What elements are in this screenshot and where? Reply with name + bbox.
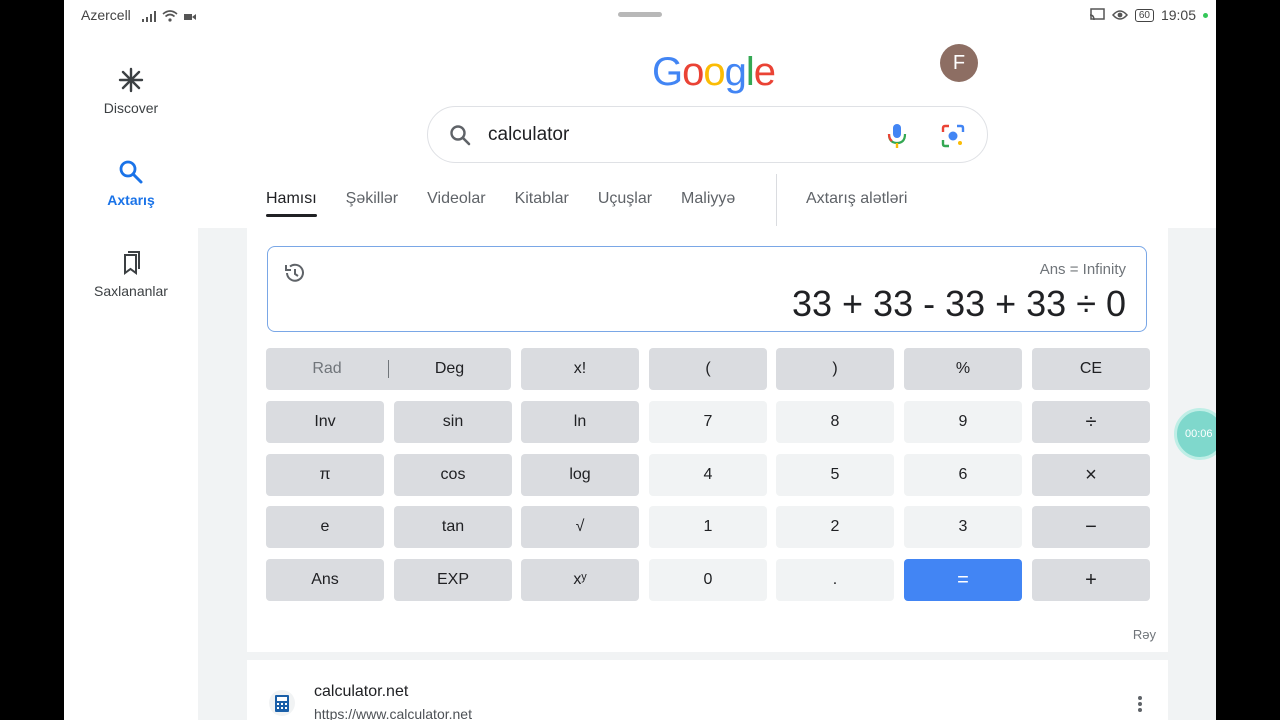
- calculator-site-icon: [269, 690, 295, 716]
- rail-item-discover[interactable]: Discover: [64, 66, 198, 116]
- drag-handle[interactable]: [618, 12, 662, 17]
- close-paren-key[interactable]: ): [776, 348, 894, 390]
- rail-label: Saxlananlar: [94, 283, 168, 299]
- cos-key[interactable]: cos: [394, 454, 512, 496]
- divide-key[interactable]: ÷: [1032, 401, 1150, 443]
- search-tools-button[interactable]: Axtarış alətləri: [806, 190, 907, 208]
- calculator-card: Ans = Infinity 33 + 33 - 33 + 33 ÷ 0 Rad…: [247, 228, 1168, 652]
- ln-key[interactable]: ln: [521, 401, 639, 443]
- sqrt-key[interactable]: √: [521, 506, 639, 548]
- exp-key[interactable]: EXP: [394, 559, 512, 601]
- logo-letter: o: [703, 50, 725, 94]
- result-site-name[interactable]: calculator.net: [314, 683, 408, 701]
- logo-letter: e: [753, 50, 776, 94]
- logo-letter: l: [745, 50, 755, 94]
- cast-icon: [1089, 8, 1105, 21]
- decimal-key[interactable]: .: [776, 559, 894, 601]
- rail-label: Axtarış: [107, 192, 155, 208]
- rail-item-search[interactable]: Axtarış: [64, 158, 198, 208]
- multiply-key[interactable]: ×: [1032, 454, 1150, 496]
- deg-key[interactable]: Deg: [388, 348, 511, 390]
- tab-videos[interactable]: Videolar: [427, 187, 485, 217]
- digit-9-key[interactable]: 9: [904, 401, 1022, 443]
- lens-icon[interactable]: [940, 123, 966, 149]
- tab-flights[interactable]: Uçuşlar: [598, 187, 652, 217]
- search-tabs: Hamısı Şəkillər Videolar Kitablar Uçuşla…: [266, 187, 764, 217]
- tabs-divider: [776, 174, 777, 226]
- previous-answer: Ans = Infinity: [1039, 261, 1126, 278]
- search-input[interactable]: calculator: [488, 124, 569, 146]
- sin-key[interactable]: sin: [394, 401, 512, 443]
- eye-icon: [1111, 10, 1128, 20]
- clear-entry-key[interactable]: CE: [1032, 348, 1150, 390]
- feedback-link[interactable]: Rəy: [1133, 627, 1156, 642]
- open-paren-key[interactable]: (: [649, 348, 767, 390]
- microphone-icon[interactable]: [886, 122, 908, 150]
- result-url[interactable]: https://www.calculator.net: [314, 706, 472, 720]
- tab-images[interactable]: Şəkillər: [346, 187, 398, 217]
- digit-5-key[interactable]: 5: [776, 454, 894, 496]
- factorial-key[interactable]: x!: [521, 348, 639, 390]
- digit-2-key[interactable]: 2: [776, 506, 894, 548]
- tab-all[interactable]: Hamısı: [266, 187, 317, 217]
- tab-finance[interactable]: Maliyyə: [681, 187, 735, 217]
- logo-letter: o: [682, 50, 704, 94]
- digit-0-key[interactable]: 0: [649, 559, 767, 601]
- status-bar: Azercell 60 19:05: [64, 0, 1216, 30]
- saved-icon: [124, 251, 140, 275]
- digit-7-key[interactable]: 7: [649, 401, 767, 443]
- minus-key[interactable]: −: [1032, 506, 1150, 548]
- rad-key[interactable]: Rad: [266, 348, 388, 390]
- power-key[interactable]: xʸ: [521, 559, 639, 601]
- discover-icon: [118, 67, 144, 93]
- log-key[interactable]: log: [521, 454, 639, 496]
- search-icon: [450, 125, 471, 146]
- calculator-display: Ans = Infinity 33 + 33 - 33 + 33 ÷ 0: [267, 246, 1147, 332]
- digit-8-key[interactable]: 8: [776, 401, 894, 443]
- rad-deg-toggle[interactable]: Rad Deg: [266, 348, 511, 390]
- tab-books[interactable]: Kitablar: [515, 187, 569, 217]
- tan-key[interactable]: tan: [394, 506, 512, 548]
- digit-1-key[interactable]: 1: [649, 506, 767, 548]
- google-logo[interactable]: Google: [652, 50, 776, 95]
- percent-key[interactable]: %: [904, 348, 1022, 390]
- avatar[interactable]: F: [940, 44, 978, 82]
- video-record-icon: [184, 14, 196, 20]
- search-box[interactable]: calculator: [427, 106, 988, 163]
- digit-3-key[interactable]: 3: [904, 506, 1022, 548]
- more-options-icon[interactable]: [1137, 695, 1143, 713]
- ans-key[interactable]: Ans: [266, 559, 384, 601]
- carrier-name: Azercell: [81, 7, 131, 23]
- clock: 19:05: [1160, 7, 1196, 23]
- expression-display: 33 + 33 - 33 + 33 ÷ 0: [791, 283, 1126, 324]
- inv-key[interactable]: Inv: [266, 401, 384, 443]
- digit-6-key[interactable]: 6: [904, 454, 1022, 496]
- screen: Azercell 60 19:05 Discover Axtarış Saxla…: [64, 0, 1216, 720]
- pi-key[interactable]: π: [266, 454, 384, 496]
- status-right: 60 19:05: [1089, 7, 1208, 23]
- search-icon: [119, 160, 143, 184]
- digit-4-key[interactable]: 4: [649, 454, 767, 496]
- rail-item-saved[interactable]: Saxlananlar: [64, 249, 198, 299]
- signal-icon: [142, 11, 156, 22]
- plus-key[interactable]: +: [1032, 559, 1150, 601]
- wifi-icon: [162, 10, 178, 22]
- history-icon[interactable]: [282, 261, 306, 285]
- battery-indicator: 60: [1134, 8, 1154, 22]
- search-result[interactable]: calculator.net https://www.calculator.ne…: [247, 660, 1168, 720]
- e-key[interactable]: e: [266, 506, 384, 548]
- logo-letter: G: [652, 50, 683, 94]
- logo-letter: g: [724, 50, 747, 94]
- signal-icons: [142, 10, 196, 22]
- rail-label: Discover: [103, 100, 159, 116]
- recording-dot: [1203, 12, 1208, 18]
- equals-key[interactable]: =: [904, 559, 1022, 601]
